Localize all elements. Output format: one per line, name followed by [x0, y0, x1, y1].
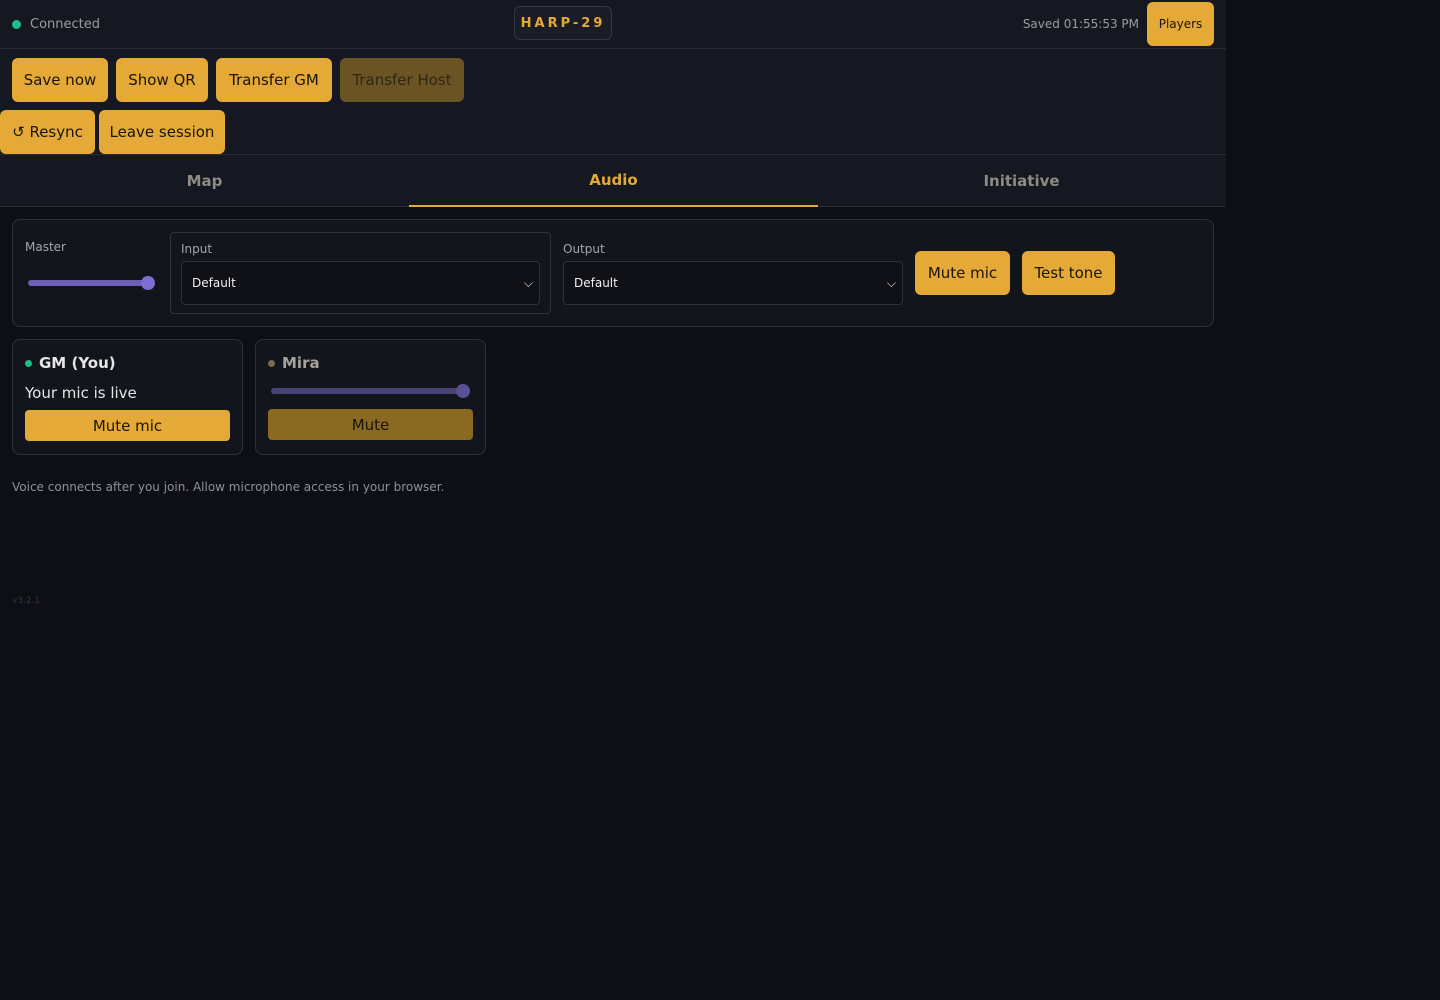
- output-label: Output: [563, 242, 605, 256]
- output-device-select[interactable]: Default ⌵: [563, 261, 903, 305]
- peer-name-label: Mira: [282, 354, 320, 372]
- peer-mute-button[interactable]: Mute: [268, 409, 473, 440]
- peer-name: GM (You): [25, 354, 116, 372]
- input-select-value: Default: [192, 276, 236, 290]
- input-device-select[interactable]: Default ⌵: [181, 261, 540, 305]
- master-label: Master: [25, 240, 66, 254]
- leave-session-button[interactable]: Leave session: [99, 110, 225, 154]
- room-code[interactable]: HARP-29: [514, 6, 612, 40]
- status-dot-icon: [12, 20, 21, 29]
- mute-mic-button[interactable]: Mute mic: [915, 251, 1010, 295]
- connection-status: Connected: [12, 17, 100, 32]
- show-qr-button[interactable]: Show QR: [116, 58, 208, 102]
- output-select-value: Default: [574, 276, 618, 290]
- transfer-host-button[interactable]: Transfer Host: [340, 58, 464, 102]
- peer-mute-mic-button[interactable]: Mute mic: [25, 410, 230, 441]
- tab-initiative[interactable]: Initiative: [817, 155, 1226, 206]
- save-now-button[interactable]: Save now: [12, 58, 108, 102]
- peer-card-gm: GM (You) Your mic is live Mute mic: [12, 339, 243, 455]
- master-slider-thumb[interactable]: [141, 276, 155, 290]
- tab-bar: Map Audio Initiative: [0, 155, 1226, 207]
- app-header: Connected HARP-29 Saved 01:55:53 PM Play…: [0, 0, 1226, 207]
- resync-button[interactable]: ↺ Resync: [0, 110, 95, 154]
- transfer-gm-button[interactable]: Transfer GM: [216, 58, 332, 102]
- input-label: Input: [181, 242, 213, 256]
- voice-help-text: Voice connects after you join. Allow mic…: [12, 480, 445, 494]
- chevron-down-icon: ⌵: [523, 276, 533, 290]
- tab-audio[interactable]: Audio: [409, 155, 818, 207]
- version-label: v3.2.1: [12, 596, 41, 606]
- peer-name: Mira: [268, 354, 320, 372]
- peer-card-mira: Mira Mute: [255, 339, 486, 455]
- connection-label: Connected: [30, 17, 101, 32]
- mic-status-text: Your mic is live: [25, 384, 137, 402]
- peer-status-dot-icon: [25, 359, 32, 367]
- saved-timestamp: Saved 01:55:53 PM: [1022, 17, 1139, 31]
- peer-name-label: GM (You): [39, 354, 116, 372]
- peer-slider-track: [271, 388, 466, 394]
- top-bar: Connected HARP-29 Saved 01:55:53 PM Play…: [0, 0, 1226, 49]
- test-tone-button[interactable]: Test tone: [1022, 251, 1115, 295]
- tab-map[interactable]: Map: [0, 155, 409, 206]
- peer-slider-thumb[interactable]: [456, 384, 470, 398]
- players-button[interactable]: Players: [1147, 2, 1214, 46]
- chevron-down-icon: ⌵: [886, 276, 896, 290]
- peer-status-dot-icon: [268, 359, 275, 367]
- master-slider-track: [28, 280, 150, 286]
